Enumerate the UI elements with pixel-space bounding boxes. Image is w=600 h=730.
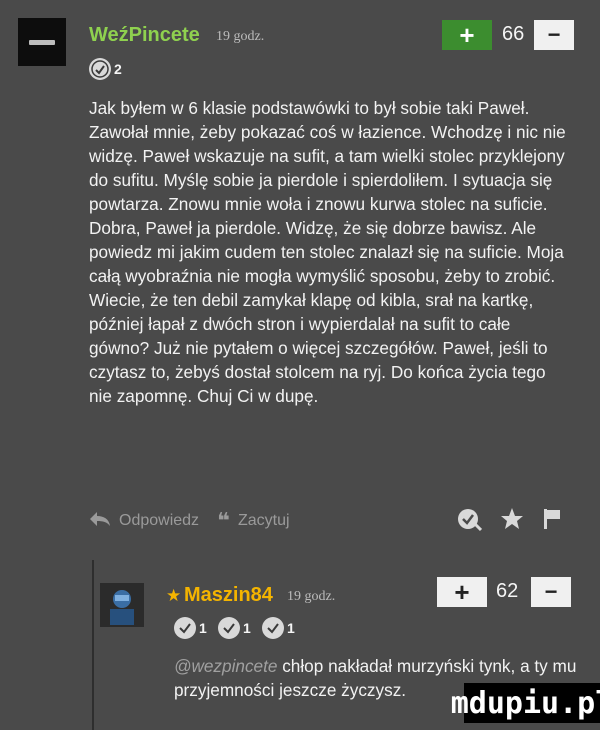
gold-star-icon: ★ bbox=[166, 586, 182, 605]
upvote-button[interactable]: + bbox=[442, 20, 492, 50]
downvote-button[interactable]: − bbox=[534, 20, 574, 50]
quote-label: Zacytuj bbox=[237, 512, 290, 529]
reply-label: Odpowiedz bbox=[119, 512, 200, 529]
reply-downvote-button[interactable]: − bbox=[531, 577, 571, 607]
reply-avatar[interactable] bbox=[100, 583, 144, 627]
reply-upvote-button[interactable]: + bbox=[437, 577, 487, 607]
comment-text: Jak byłem w 6 klasie podstawówki to był … bbox=[89, 98, 566, 406]
reply-action[interactable]: Odpowiedz bbox=[89, 511, 199, 532]
reply-badge-1[interactable]: 1 bbox=[174, 617, 207, 639]
quote-icon: ❝ bbox=[217, 508, 230, 533]
flag-icon[interactable] bbox=[542, 508, 562, 535]
badge-count: 1 bbox=[243, 620, 251, 636]
reply-badge-2[interactable]: 1 bbox=[218, 617, 251, 639]
check-badge-icon bbox=[174, 617, 196, 639]
quote-action[interactable]: ❝ Zacytuj bbox=[217, 508, 290, 534]
reply-vote-count: 62 bbox=[496, 580, 519, 602]
reply-time: 19 godz. bbox=[287, 589, 336, 604]
check-badge-icon bbox=[262, 617, 284, 639]
reply-arrow-icon bbox=[89, 511, 111, 532]
comment-time: 19 godz. bbox=[216, 29, 265, 44]
badge-count: 1 bbox=[199, 620, 207, 636]
reaction-icon bbox=[89, 58, 111, 80]
reaction-badge[interactable]: 2 bbox=[89, 58, 122, 80]
avatar-logo bbox=[29, 39, 55, 45]
comment-tools bbox=[456, 506, 562, 537]
reaction-count: 2 bbox=[114, 61, 122, 77]
report-icon[interactable] bbox=[456, 506, 483, 537]
reply-badge-3[interactable]: 1 bbox=[262, 617, 295, 639]
comment-actions: Odpowiedz ❝ Zacytuj bbox=[89, 508, 308, 534]
watermark-logo: mdupiu.pl bbox=[451, 683, 600, 723]
mention-link[interactable]: @wezpincete bbox=[174, 656, 277, 676]
comment-author[interactable]: WeźPincete bbox=[89, 24, 200, 47]
thread-line bbox=[92, 560, 94, 730]
check-badge-icon bbox=[218, 617, 240, 639]
avatar[interactable] bbox=[18, 18, 66, 66]
favorite-star-icon[interactable] bbox=[500, 507, 524, 536]
badge-count: 1 bbox=[287, 620, 295, 636]
reply-author[interactable]: Maszin84 bbox=[184, 584, 273, 607]
vote-count: 66 bbox=[502, 23, 525, 45]
